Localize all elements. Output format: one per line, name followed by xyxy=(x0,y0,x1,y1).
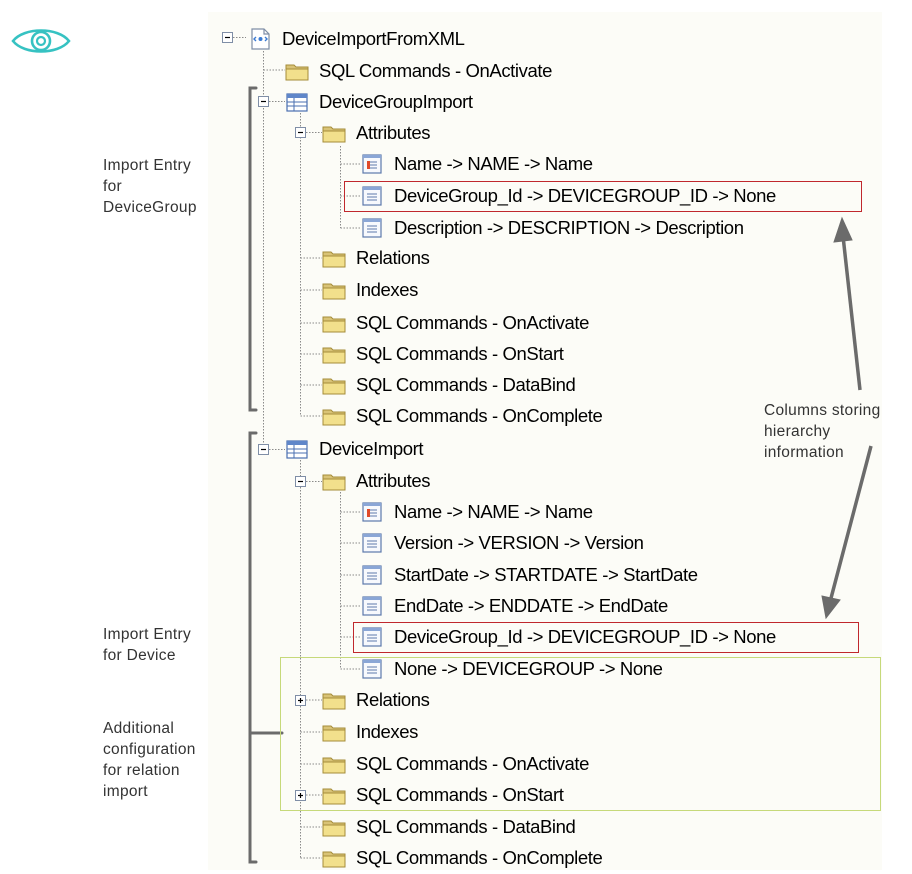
folder-icon xyxy=(322,721,346,743)
annotation-line: for relation xyxy=(103,762,180,779)
attribute-icon xyxy=(360,185,384,207)
tree-node-label: DeviceImport xyxy=(319,438,424,459)
folder-icon xyxy=(285,60,309,82)
annotation-line: configuration xyxy=(103,741,196,758)
tree-node-label: Indexes xyxy=(356,721,418,742)
tree-node[interactable]: SQL Commands - OnActivate xyxy=(322,309,589,337)
attribute-icon xyxy=(360,564,384,586)
table-icon xyxy=(285,438,309,460)
annotation-device-entry: Import Entry for Device xyxy=(103,624,191,666)
folder-icon xyxy=(322,122,346,144)
tree-node[interactable]: Attributes xyxy=(322,467,431,495)
folder-icon xyxy=(322,847,346,869)
tree-node-label: DeviceGroup_Id -> DEVICEGROUP_ID -> None xyxy=(394,185,776,206)
tree-node-label: Relations xyxy=(356,247,430,268)
attribute-icon xyxy=(360,595,384,617)
folder-icon xyxy=(322,470,346,492)
screen: { "tree": { "root": { "label": "DeviceIm… xyxy=(0,0,912,871)
annotation-line: hierarchy xyxy=(764,423,831,440)
tree-node[interactable]: SQL Commands - DataBind xyxy=(322,813,576,841)
tree-node[interactable]: DeviceImport xyxy=(285,435,424,463)
tree-node-label: Name -> NAME -> Name xyxy=(394,501,593,522)
folder-icon xyxy=(322,343,346,365)
folder-icon xyxy=(322,784,346,806)
folder-icon xyxy=(322,689,346,711)
tree-node-label: StartDate -> STARTDATE -> StartDate xyxy=(394,564,698,585)
annotation-line: import xyxy=(103,783,148,800)
eye-icon xyxy=(11,29,71,53)
key-attribute-icon xyxy=(360,153,384,175)
folder-icon xyxy=(322,312,346,334)
tree-node-label: SQL Commands - DataBind xyxy=(356,816,576,837)
tree-node-label: DeviceGroup_Id -> DEVICEGROUP_ID -> None xyxy=(394,626,776,647)
tree-node[interactable]: SQL Commands - OnActivate xyxy=(285,57,552,85)
tree-node[interactable]: SQL Commands - OnActivate xyxy=(322,750,589,778)
tree-node-label: DeviceImportFromXML xyxy=(282,28,465,49)
tree-node-label: SQL Commands - OnActivate xyxy=(319,60,552,81)
annotation-hierarchy-columns: Columns storing hierarchy information xyxy=(764,400,881,463)
folder-icon xyxy=(322,816,346,838)
tree-node-label: EndDate -> ENDDATE -> EndDate xyxy=(394,595,668,616)
tree-node-label: SQL Commands - OnActivate xyxy=(356,312,589,333)
folder-icon xyxy=(322,374,346,396)
tree-node-label: DeviceGroupImport xyxy=(319,91,473,112)
annotation-devicegroup-entry: Import Entry for DeviceGroup xyxy=(103,155,197,218)
annotation-relation-config: Additional configuration for relation im… xyxy=(103,718,196,802)
table-icon xyxy=(285,91,309,113)
tree-node-label: SQL Commands - DataBind xyxy=(356,374,576,395)
folder-icon xyxy=(322,247,346,269)
tree-node-label: Relations xyxy=(356,689,430,710)
tree-node[interactable]: StartDate -> STARTDATE -> StartDate xyxy=(360,561,698,589)
tree-node-label: SQL Commands - OnComplete xyxy=(356,847,603,868)
attribute-icon xyxy=(360,532,384,554)
folder-icon xyxy=(322,405,346,427)
attribute-icon xyxy=(360,217,384,239)
tree-node[interactable]: SQL Commands - OnComplete xyxy=(322,844,603,872)
annotation-line: for Device xyxy=(103,647,176,664)
annotation-line: for xyxy=(103,178,122,195)
tree-node-label: SQL Commands - OnStart xyxy=(356,343,564,364)
tree-node-label: SQL Commands - OnComplete xyxy=(356,405,603,426)
tree-node[interactable]: SQL Commands - OnStart xyxy=(322,781,564,809)
tree-node-root[interactable]: DeviceImportFromXML xyxy=(248,25,465,53)
tree-node-label: Indexes xyxy=(356,279,418,300)
tree-node[interactable]: SQL Commands - OnStart xyxy=(322,340,564,368)
annotation-line: DeviceGroup xyxy=(103,199,197,216)
tree-node[interactable]: Attributes xyxy=(322,119,431,147)
tree-node[interactable]: Relations xyxy=(322,686,430,714)
tree-node-label: Attributes xyxy=(356,470,431,491)
xml-document-icon xyxy=(248,28,272,50)
tree-node[interactable]: Relations xyxy=(322,244,430,272)
tree-node[interactable]: DeviceGroup_Id -> DEVICEGROUP_ID -> None xyxy=(360,623,776,651)
folder-icon xyxy=(322,753,346,775)
tree-node-label: Attributes xyxy=(356,122,431,143)
tree-node[interactable]: SQL Commands - DataBind xyxy=(322,371,576,399)
tree-node-label: SQL Commands - OnStart xyxy=(356,784,564,805)
tree-node-label: None -> DEVICEGROUP -> None xyxy=(394,658,663,679)
key-attribute-icon xyxy=(360,501,384,523)
attribute-icon xyxy=(360,658,384,680)
tree-node[interactable]: Name -> NAME -> Name xyxy=(360,498,593,526)
tree-node[interactable]: Description -> DESCRIPTION -> Descriptio… xyxy=(360,214,744,242)
attribute-icon xyxy=(360,626,384,648)
tree-node-label: Name -> NAME -> Name xyxy=(394,153,593,174)
tree-node[interactable]: DeviceGroupImport xyxy=(285,88,473,116)
tree-node[interactable]: Name -> NAME -> Name xyxy=(360,150,593,178)
tree-node-label: SQL Commands - OnActivate xyxy=(356,753,589,774)
tree-node[interactable]: Indexes xyxy=(322,276,418,304)
annotation-line: Additional xyxy=(103,720,175,737)
annotation-line: Columns storing xyxy=(764,402,881,419)
tree-node[interactable]: SQL Commands - OnComplete xyxy=(322,402,603,430)
annotation-line: Import Entry xyxy=(103,157,192,174)
tree-node-label: Description -> DESCRIPTION -> Descriptio… xyxy=(394,217,744,238)
tree-node[interactable]: EndDate -> ENDDATE -> EndDate xyxy=(360,592,668,620)
tree-node[interactable]: Indexes xyxy=(322,718,418,746)
tree-node[interactable]: DeviceGroup_Id -> DEVICEGROUP_ID -> None xyxy=(360,182,776,210)
tree-node[interactable]: Version -> VERSION -> Version xyxy=(360,529,644,557)
folder-icon xyxy=(322,279,346,301)
annotation-line: Import Entry xyxy=(103,626,192,643)
tree-node-label: Version -> VERSION -> Version xyxy=(394,532,644,553)
annotation-line: information xyxy=(764,444,844,461)
tree-node[interactable]: None -> DEVICEGROUP -> None xyxy=(360,655,663,683)
